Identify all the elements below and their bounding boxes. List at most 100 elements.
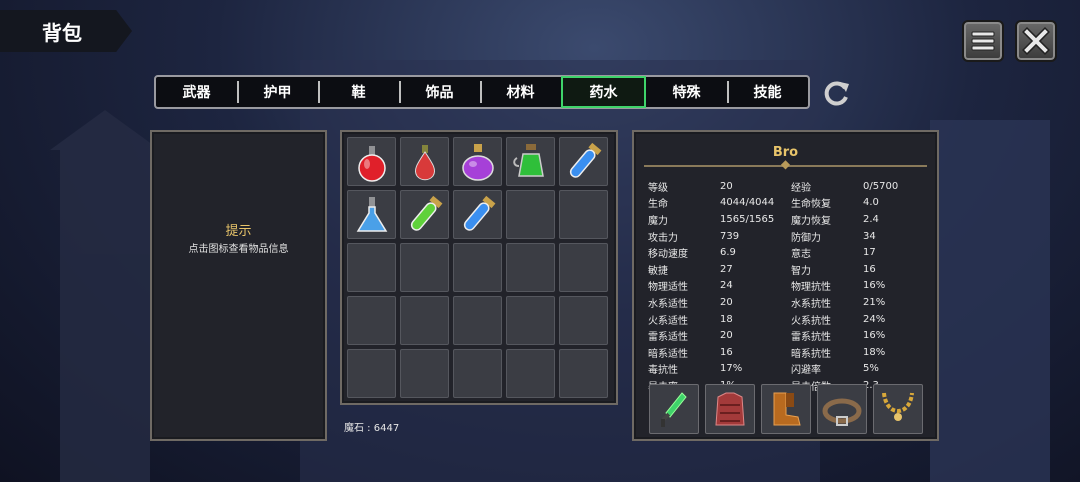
menu-button[interactable]	[962, 20, 1004, 62]
equipment-slot[interactable]	[649, 384, 699, 434]
stat-label: 水系适性	[648, 298, 688, 310]
stat-label: 生命恢复	[791, 199, 831, 211]
stat-label: 雷系适性	[648, 332, 688, 344]
stat-row: 物理适性 24 物理抗性 16%	[648, 278, 928, 295]
stat-label: 暗系适性	[648, 348, 688, 360]
purple-potion-icon	[461, 143, 494, 181]
close-button[interactable]	[1015, 20, 1057, 62]
inventory-slot-empty[interactable]	[400, 243, 449, 292]
inventory-slot-empty[interactable]	[453, 349, 502, 398]
stat-row: 毒抗性 17% 闪避率 5%	[648, 361, 928, 378]
red-teardrop-potion-icon	[414, 144, 435, 180]
stat-value: 24	[720, 280, 733, 292]
stat-label: 意志	[791, 249, 811, 261]
tab-accessories[interactable]: 饰品	[399, 77, 480, 107]
stat-value: 20	[720, 330, 733, 342]
stat-value: 5%	[863, 363, 879, 375]
inventory-slot-filled[interactable]	[453, 137, 502, 186]
inventory-slot-filled[interactable]	[400, 190, 449, 239]
inventory-slot-empty[interactable]	[453, 296, 502, 345]
equipment-slot[interactable]	[705, 384, 755, 434]
inventory-slot-filled[interactable]	[453, 190, 502, 239]
inventory-slot-empty[interactable]	[506, 296, 555, 345]
stat-value: 17	[863, 247, 876, 259]
stat-label: 魔力恢复	[791, 215, 831, 227]
stat-row: 攻击力 739 防御力 34	[648, 228, 928, 245]
stat-value: 20	[720, 180, 733, 192]
equipment-slot[interactable]	[761, 384, 811, 434]
stat-value: 18	[720, 313, 733, 325]
tab-weapons[interactable]: 武器	[156, 77, 237, 107]
inventory-slot-empty[interactable]	[400, 349, 449, 398]
stat-value: 16	[863, 263, 876, 275]
inventory-slot-filled[interactable]	[400, 137, 449, 186]
hint-text: 点击图标查看物品信息	[188, 244, 289, 255]
hamburger-menu-icon	[971, 31, 995, 51]
inventory-slot-empty[interactable]	[347, 349, 396, 398]
stat-label: 等级	[648, 182, 668, 194]
hint-title: 提示	[225, 224, 252, 239]
stat-label: 水系抗性	[791, 298, 831, 310]
inventory-slot-filled[interactable]	[347, 137, 396, 186]
inventory-slot-empty[interactable]	[347, 243, 396, 292]
stat-value: 21%	[863, 296, 886, 308]
stat-label: 火系适性	[648, 315, 688, 327]
tab-armor[interactable]: 护甲	[237, 77, 318, 107]
background-tower-right	[930, 120, 1050, 482]
stat-label: 攻击力	[648, 232, 678, 244]
stat-value: 739	[720, 230, 740, 242]
tab-special[interactable]: 特殊	[646, 77, 727, 107]
tab-potions[interactable]: 药水	[561, 76, 646, 108]
stat-label: 物理抗性	[791, 282, 831, 294]
green-dagger-icon	[661, 392, 687, 427]
stat-label: 魔力	[648, 215, 668, 227]
stats-table: 等级 20 经验 0/5700 生命 4044/4044 生命恢复 4.0 魔力 1565/156…	[648, 178, 928, 394]
stat-row: 移动速度 6.9 意志 17	[648, 244, 928, 261]
blue-flask-potion-icon	[356, 196, 387, 232]
inventory-slot-empty[interactable]	[400, 296, 449, 345]
inventory-slot-empty[interactable]	[506, 349, 555, 398]
stat-value: 4.0	[863, 197, 879, 209]
tab-materials[interactable]: 材料	[480, 77, 561, 107]
stat-row: 火系适性 18 火系抗性 24%	[648, 311, 928, 328]
stat-label: 闪避率	[791, 365, 821, 377]
inventory-slot-filled[interactable]	[506, 137, 555, 186]
tab-skills[interactable]: 技能	[727, 77, 808, 107]
inventory-slot-filled[interactable]	[559, 137, 608, 186]
stat-row: 水系适性 20 水系抗性 21%	[648, 294, 928, 311]
stat-value: 4044/4044	[720, 197, 775, 209]
item-info-panel: 提示 点击图标查看物品信息	[150, 130, 327, 441]
inventory-slot-empty[interactable]	[506, 190, 555, 239]
stat-label: 物理适性	[648, 282, 688, 294]
stat-value: 2.4	[863, 213, 879, 225]
magic-stone-count: 魔石 : 6447	[344, 423, 400, 434]
equipment-slot[interactable]	[817, 384, 867, 434]
stat-label: 敏捷	[648, 265, 668, 277]
inventory-slot-empty[interactable]	[559, 190, 608, 239]
equipment-slot[interactable]	[873, 384, 923, 434]
inventory-slot-empty[interactable]	[453, 243, 502, 292]
stat-label: 防御力	[791, 232, 821, 244]
stat-value: 17%	[720, 363, 743, 375]
tab-shoes[interactable]: 鞋	[318, 77, 399, 107]
ornament-divider	[644, 165, 927, 167]
refresh-icon	[824, 81, 849, 106]
inventory-slot-empty[interactable]	[347, 296, 396, 345]
stat-row: 等级 20 经验 0/5700	[648, 178, 928, 195]
stat-row: 生命 4044/4044 生命恢复 4.0	[648, 195, 928, 212]
inventory-slot-filled[interactable]	[347, 190, 396, 239]
inventory-slot-empty[interactable]	[559, 296, 608, 345]
stat-value: 18%	[863, 346, 886, 358]
page-title-bar: 背包	[0, 10, 132, 52]
inventory-slot-empty[interactable]	[559, 243, 608, 292]
inventory-slot-empty[interactable]	[559, 349, 608, 398]
stat-label: 经验	[791, 182, 811, 194]
hero-stats-panel: Bro 等级20经验0/5700生命4044/4044生命恢复4.0魔力1565…	[632, 130, 939, 441]
leather-boots-icon	[773, 392, 801, 426]
stat-label: 雷系抗性	[791, 332, 831, 344]
stat-label: 火系抗性	[791, 315, 831, 327]
inventory-slot-empty[interactable]	[506, 243, 555, 292]
stat-row: 雷系适性 20 雷系抗性 16%	[648, 327, 928, 344]
stat-value: 0/5700	[863, 180, 899, 192]
refresh-button[interactable]	[822, 78, 852, 108]
